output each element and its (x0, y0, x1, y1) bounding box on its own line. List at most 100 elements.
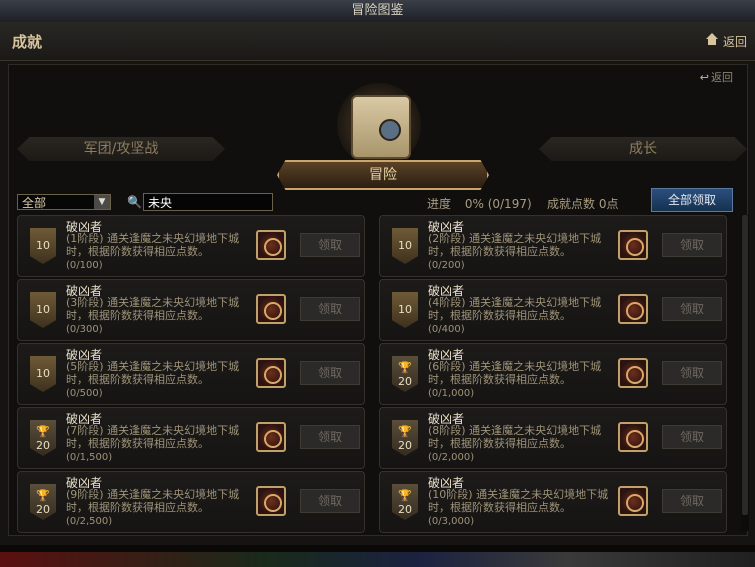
tab-adventure[interactable]: 冒险 (277, 160, 489, 190)
achievement-description: (6阶段) 通关逢魔之未央幻境地下城时，根据阶数获得相应点数。 (428, 360, 618, 386)
achievement-progress: (0/500) (66, 388, 103, 399)
achievement-description: (7阶段) 通关逢魔之未央幻境地下城时，根据阶数获得相应点数。 (66, 424, 256, 450)
reward-icon[interactable] (256, 294, 286, 324)
claim-button[interactable]: 领取 (662, 489, 722, 513)
trophy-icon: 🏆 (398, 425, 412, 438)
window-title: 冒险图鉴 (0, 0, 755, 23)
reward-icon[interactable] (256, 486, 286, 516)
achievement-progress: (0/300) (66, 324, 103, 335)
claim-button[interactable]: 领取 (300, 297, 360, 321)
reward-icon[interactable] (618, 294, 648, 324)
claim-button[interactable]: 领取 (662, 297, 722, 321)
achievement-stage: (5阶段) (66, 360, 104, 373)
claim-button[interactable]: 领取 (662, 233, 722, 257)
achievement-card: 10 破凶者 (3阶段) 通关逢魔之未央幻境地下城时，根据阶数获得相应点数。 (0/3… (17, 279, 365, 341)
achievement-description: (2阶段) 通关逢魔之未央幻境地下城时，根据阶数获得相应点数。 (428, 232, 618, 258)
achievement-progress: (0/1,000) (428, 388, 475, 399)
trophy-badge-icon: 🏆 20 (30, 484, 56, 520)
trophy-badge-icon: 🏆 20 (392, 484, 418, 520)
achievement-description: (1阶段) 通关逢魔之未央幻境地下城时，根据阶数获得相应点数。 (66, 232, 256, 258)
claim-button[interactable]: 领取 (300, 233, 360, 257)
panel-back-button[interactable]: ↩ 返回 (700, 69, 733, 85)
filter-dropdown[interactable]: 全部 ▼ (17, 194, 111, 210)
achievement-description: (5阶段) 通关逢魔之未央幻境地下城时，根据阶数获得相应点数。 (66, 360, 256, 386)
achievement-stage: (6阶段) (428, 360, 466, 373)
trophy-icon: 🏆 (36, 489, 50, 502)
achievement-progress: (0/2,500) (66, 516, 113, 527)
claim-all-button[interactable]: 全部领取 (651, 188, 733, 212)
achievement-stage: (4阶段) (428, 296, 466, 309)
trophy-badge-icon: 🏆 20 (30, 420, 56, 456)
tab-growth[interactable]: 成长 (539, 137, 747, 161)
compass-icon (379, 119, 401, 141)
badge-points: 20 (36, 503, 50, 516)
achievement-stage: (2阶段) (428, 232, 466, 245)
trophy-icon: 🏆 (36, 425, 50, 438)
reward-icon[interactable] (618, 422, 648, 452)
achievement-card: 10 破凶者 (4阶段) 通关逢魔之未央幻境地下城时，根据阶数获得相应点数。 (0/4… (379, 279, 727, 341)
claim-button[interactable]: 领取 (662, 425, 722, 449)
reward-icon[interactable] (256, 358, 286, 388)
badge-points: 20 (36, 439, 50, 452)
point-badge-icon: 10 (30, 228, 56, 264)
reward-icon[interactable] (618, 230, 648, 260)
achievement-description: (9阶段) 通关逢魔之未央幻境地下城时，根据阶数获得相应点数。 (66, 488, 256, 514)
point-badge-icon: 10 (392, 292, 418, 328)
achievement-progress: (0/200) (428, 260, 465, 271)
achievement-card: 🏆 20 破凶者 (7阶段) 通关逢魔之未央幻境地下城时，根据阶数获得相应点数。 (0/… (17, 407, 365, 469)
achievement-card: 10 破凶者 (2阶段) 通关逢魔之未央幻境地下城时，根据阶数获得相应点数。 (0/2… (379, 215, 727, 277)
achievement-description: (3阶段) 通关逢魔之未央幻境地下城时，根据阶数获得相应点数。 (66, 296, 256, 322)
scrollbar-thumb[interactable] (742, 215, 748, 515)
claim-button[interactable]: 领取 (300, 489, 360, 513)
achievement-card: 🏆 20 破凶者 (6阶段) 通关逢魔之未央幻境地下城时，根据阶数获得相应点数。 (0/… (379, 343, 727, 405)
page-title: 成就 (12, 33, 43, 51)
achievement-stage: (10阶段) (428, 488, 473, 501)
reward-icon[interactable] (256, 230, 286, 260)
filter-value: 全部 (22, 196, 47, 210)
tab-legion-raid[interactable]: 军团/攻坚战 (17, 137, 225, 161)
trophy-icon: 🏆 (398, 489, 412, 502)
achievement-window: 成就 返回 ↩返回 军团/攻坚战 冒险 成长 全部 ▼ 🔍 进度 0% (0/1… (0, 22, 755, 567)
achievement-card: 10 破凶者 (1阶段) 通关逢魔之未央幻境地下城时，根据阶数获得相应点数。 (0/1… (17, 215, 365, 277)
home-icon[interactable] (705, 32, 719, 46)
game-hud-strip (0, 552, 755, 567)
achievement-card: 🏆 20 破凶者 (10阶段) 通关逢魔之未央幻境地下城时，根据阶数获得相应点数。 (0… (379, 471, 727, 533)
achievement-description: (4阶段) 通关逢魔之未央幻境地下城时，根据阶数获得相应点数。 (428, 296, 618, 322)
point-badge-icon: 10 (30, 292, 56, 328)
achievement-card: 🏆 20 破凶者 (9阶段) 通关逢魔之未央幻境地下城时，根据阶数获得相应点数。 (0/… (17, 471, 365, 533)
achievement-stage: (8阶段) (428, 424, 466, 437)
achievement-list: 10 破凶者 (1阶段) 通关逢魔之未央幻境地下城时，根据阶数获得相应点数。 (0/1… (17, 215, 739, 533)
badge-points: 20 (398, 375, 412, 388)
claim-button[interactable]: 领取 (300, 425, 360, 449)
search-icon: 🔍 (127, 195, 142, 209)
chevron-down-icon[interactable]: ▼ (94, 195, 110, 209)
trophy-badge-icon: 🏆 20 (392, 356, 418, 392)
badge-points: 20 (398, 439, 412, 452)
progress-info: 进度 0% (0/197) (427, 195, 532, 212)
achievement-progress: (0/400) (428, 324, 465, 335)
achievement-progress: (0/100) (66, 260, 103, 271)
claim-button[interactable]: 领取 (300, 361, 360, 385)
trophy-icon: 🏆 (398, 361, 412, 374)
panel-back-label: 返回 (711, 71, 733, 84)
achievement-description: (8阶段) 通关逢魔之未央幻境地下城时，根据阶数获得相应点数。 (428, 424, 618, 450)
back-button[interactable]: 返回 (723, 33, 747, 50)
achievement-panel: ↩返回 军团/攻坚战 冒险 成长 全部 ▼ 🔍 进度 0% (0/197) 成就… (8, 64, 749, 536)
achievement-points: 成就点数 0点 (547, 197, 619, 211)
achievement-progress: (0/2,000) (428, 452, 475, 463)
return-icon: ↩ (699, 71, 709, 84)
claim-button[interactable]: 领取 (662, 361, 722, 385)
achievement-card: 🏆 20 破凶者 (8阶段) 通关逢魔之未央幻境地下城时，根据阶数获得相应点数。 (0/… (379, 407, 727, 469)
achievement-stage: (1阶段) (66, 232, 104, 245)
progress-label: 进度 (427, 197, 452, 211)
achievement-stage: (3阶段) (66, 296, 104, 309)
badge-points: 20 (398, 503, 412, 516)
reward-icon[interactable] (618, 486, 648, 516)
achievement-progress: (0/1,500) (66, 452, 113, 463)
reward-icon[interactable] (618, 358, 648, 388)
reward-icon[interactable] (256, 422, 286, 452)
point-badge-icon: 10 (30, 356, 56, 392)
achievement-description: (10阶段) 通关逢魔之未央幻境地下城时，根据阶数获得相应点数。 (428, 488, 618, 514)
achievement-stage: (7阶段) (66, 424, 104, 437)
search-input[interactable] (143, 193, 273, 211)
